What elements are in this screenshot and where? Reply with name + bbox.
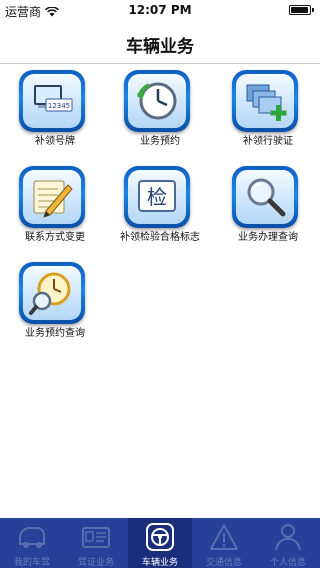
tile-business-query[interactable]: 业务办理查询 xyxy=(213,164,320,254)
tile-label: 业务预约 xyxy=(140,136,180,147)
steering-wheel-icon xyxy=(146,523,174,551)
license-card-icon xyxy=(82,527,110,548)
status-time: 12:07 PM xyxy=(128,3,192,17)
tile-inspection-mark[interactable]: 检 补领检验合格标志 xyxy=(105,164,215,254)
edit-note-icon xyxy=(19,166,85,228)
warning-sign-icon xyxy=(210,524,238,550)
status-bar: 运营商 12:07 PM xyxy=(0,0,320,20)
battery-icon xyxy=(289,5,311,15)
tab-label: 交通信息 xyxy=(205,558,242,568)
page-title: 车辆业务 xyxy=(126,37,194,57)
tab-label: 个人信息 xyxy=(269,558,306,568)
inspection-mark-icon: 检 xyxy=(124,166,190,228)
car-icon xyxy=(19,527,45,548)
tile-appointment-query[interactable]: 业务预约查询 xyxy=(0,260,110,350)
tile-label: 业务办理查询 xyxy=(238,232,298,243)
tile-appointment[interactable]: 业务预约 xyxy=(105,68,215,158)
clock-icon xyxy=(124,70,190,132)
person-icon xyxy=(275,524,301,551)
tile-contact-change[interactable]: 联系方式变更 xyxy=(0,164,110,254)
tile-label: 补领检验合格标志 xyxy=(120,232,200,243)
tab-label: 车辆业务 xyxy=(141,558,178,568)
tile-replace-plate[interactable]: 12345 补领号牌 xyxy=(0,68,110,158)
svg-text:检: 检 xyxy=(147,185,167,209)
tab-personal-info[interactable]: 个人信息 xyxy=(256,518,320,568)
battery-indicator xyxy=(289,5,314,15)
battery-level xyxy=(291,7,309,13)
tab-label: 我的车驾 xyxy=(13,558,50,568)
tab-bar: 我的车驾 驾证业务 车辆业务 交通信息 个人信息 xyxy=(0,518,320,568)
tab-license-business[interactable]: 驾证业务 xyxy=(64,518,128,568)
tile-replace-license[interactable]: 补领行驶证 xyxy=(213,68,320,158)
tile-label: 补领号牌 xyxy=(35,136,75,147)
tile-label: 补领行驶证 xyxy=(243,136,293,147)
add-document-icon xyxy=(232,70,298,132)
tab-vehicle-business[interactable]: 车辆业务 xyxy=(128,518,192,568)
battery-tip xyxy=(312,8,314,12)
tile-label: 联系方式变更 xyxy=(25,232,85,243)
license-plate-icon: 12345 xyxy=(19,70,85,132)
tab-traffic-info[interactable]: 交通信息 xyxy=(192,518,256,568)
tile-label: 业务预约查询 xyxy=(25,328,85,339)
svg-text:12345: 12345 xyxy=(48,102,70,110)
magnifier-icon xyxy=(232,166,298,228)
tab-my-car[interactable]: 我的车驾 xyxy=(0,518,64,568)
tab-label: 驾证业务 xyxy=(77,558,114,568)
clock-search-icon xyxy=(19,262,85,324)
navigation-bar: 车辆业务 xyxy=(0,20,320,64)
